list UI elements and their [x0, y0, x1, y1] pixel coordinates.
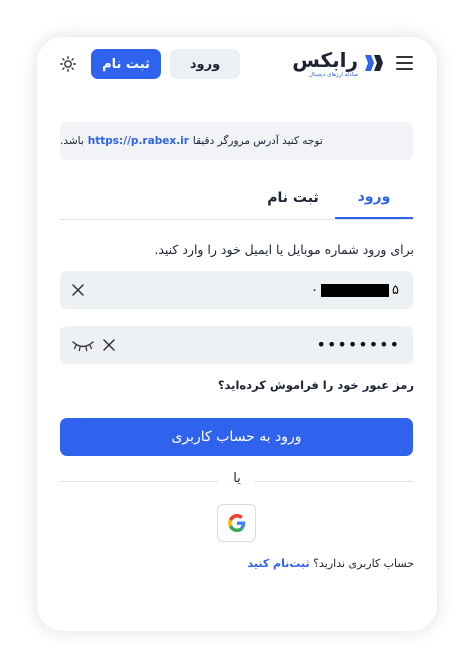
divider: [255, 481, 413, 482]
password-value: ••••••••: [316, 335, 400, 354]
header-login-button[interactable]: ورود: [170, 49, 240, 79]
google-login-button[interactable]: [217, 504, 256, 542]
phone-email-input[interactable]: ۰ ۵: [60, 271, 413, 309]
auth-tabs: ورود ثبت نام: [60, 177, 413, 220]
clear-icon[interactable]: [102, 338, 116, 352]
no-account-text: حساب کاربری ندارید؟: [313, 557, 414, 570]
password-input[interactable]: ••••••••: [60, 326, 413, 364]
eye-closed-icon[interactable]: [72, 338, 94, 352]
logo[interactable]: رابکس مبادله ارزهای دیجیتال: [290, 48, 386, 82]
redacted-mask: [321, 283, 390, 297]
phone-value: ۰ ۵: [311, 282, 399, 298]
signup-link[interactable]: ثبت‌نام کنید: [248, 557, 310, 570]
phone-suffix: ۵: [392, 282, 399, 298]
app-frame: رابکس مبادله ارزهای دیجیتال ورود ثبت نام…: [37, 37, 437, 631]
logo-tagline: مبادله ارزهای دیجیتال: [308, 72, 358, 78]
notice-suffix: باشد.: [60, 135, 84, 147]
login-instruction: برای ورود شماره موبایل یا ایمیل خود را و…: [154, 242, 414, 257]
notice-url: https://p.rabex.ir: [87, 135, 189, 147]
no-account-row: حساب کاربری ندارید؟ ثبت‌نام کنید: [248, 557, 415, 570]
tab-login[interactable]: ورود: [335, 177, 413, 219]
rabex-logo-icon: [365, 55, 383, 71]
notice-prefix: توجه کنید آدرس مرورگر دقیقا: [192, 135, 323, 147]
header-signup-button[interactable]: ثبت نام: [91, 49, 161, 79]
clear-icon[interactable]: [71, 283, 85, 297]
sun-icon[interactable]: [60, 56, 76, 72]
tab-signup[interactable]: ثبت نام: [248, 177, 338, 219]
or-label: یا: [233, 471, 241, 486]
forgot-password-link[interactable]: رمز عبور خود را فراموش کرده‌اید؟: [218, 378, 414, 392]
divider: [60, 481, 218, 482]
security-notice: توجه کنید آدرس مرورگر دقیقا https://p.ra…: [60, 122, 413, 160]
login-submit-button[interactable]: ورود به حساب کاربری: [60, 418, 413, 456]
google-icon: [227, 514, 245, 532]
hamburger-menu-icon[interactable]: [396, 56, 413, 71]
phone-prefix: ۰: [311, 282, 319, 298]
logo-name: رابکس: [292, 48, 358, 72]
